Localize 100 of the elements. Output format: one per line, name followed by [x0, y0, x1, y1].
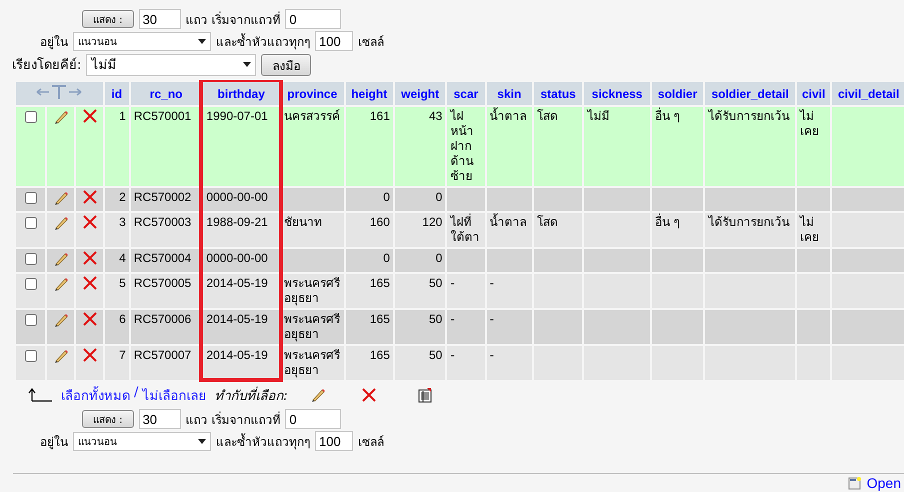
table-cell: [584, 310, 650, 344]
cross-icon[interactable]: [82, 109, 97, 123]
table-cell: 50: [394, 310, 446, 344]
show-button[interactable]: แสดง :: [82, 10, 134, 28]
column-header[interactable]: civil_detail: [832, 82, 904, 105]
table-cell: [832, 188, 904, 211]
with-selected-label: ทำกับที่เลือก:: [214, 386, 288, 406]
table-cell: 1: [104, 107, 129, 186]
start-row-field[interactable]: 0: [285, 409, 342, 429]
column-header[interactable]: skin: [486, 82, 532, 105]
row-checkbox[interactable]: [24, 217, 37, 229]
show-button[interactable]: แสดง :: [82, 410, 134, 428]
table-cell: [584, 249, 650, 272]
column-header[interactable]: soldier_detail: [705, 82, 796, 105]
column-header[interactable]: civil: [797, 82, 830, 105]
column-header[interactable]: sickness: [584, 82, 650, 105]
table-cell: 0: [394, 188, 446, 211]
window-icon: [848, 476, 862, 490]
column-header[interactable]: birthday: [203, 82, 280, 105]
table-cell: RC570007: [130, 346, 202, 380]
column-header[interactable]: status: [534, 82, 582, 105]
table-cell: 50: [394, 274, 446, 308]
row-checkbox[interactable]: [24, 314, 37, 326]
table-cell: 120: [394, 213, 446, 247]
cells-label: เซลล์: [358, 34, 384, 50]
repeat-field[interactable]: 100: [315, 31, 353, 51]
separator: /: [134, 384, 138, 402]
table-cell: พระนครศรีอยุธยา: [281, 346, 344, 380]
mode-select[interactable]: แนวนอน: [73, 432, 211, 450]
row-checkbox[interactable]: [24, 278, 37, 290]
table-cell: [652, 310, 704, 344]
sort-select[interactable]: ไม่มี: [86, 54, 256, 76]
table-cell: 0: [394, 249, 446, 272]
select-none-link[interactable]: ไม่เลือกเลย: [142, 384, 206, 406]
pencil-icon[interactable]: [52, 109, 69, 125]
cross-icon[interactable]: [82, 276, 97, 290]
row-checkbox[interactable]: [24, 192, 37, 204]
table-cell: 2014-05-19: [203, 346, 280, 380]
cross-icon[interactable]: [82, 251, 97, 265]
table-cell: น้ำตาล: [486, 107, 532, 186]
table-cell: 1990-07-01: [203, 107, 280, 186]
pencil-icon[interactable]: [52, 215, 69, 231]
row-checkbox[interactable]: [24, 111, 37, 123]
table-cell: RC570003: [130, 213, 202, 247]
column-header[interactable]: soldier: [652, 82, 704, 105]
column-header[interactable]: height: [346, 82, 393, 105]
repeat-label: และซ้ำหัวแถวทุกๆ: [216, 432, 310, 450]
row-checkbox[interactable]: [24, 350, 37, 362]
table-cell: 0: [346, 249, 393, 272]
table-cell: 5: [104, 274, 129, 308]
pencil-icon[interactable]: [52, 251, 69, 267]
table-cell: ได้รับการยกเว้น: [705, 213, 796, 247]
table-cell: 2014-05-19: [203, 274, 280, 308]
go-button[interactable]: ลงมือ: [261, 54, 312, 76]
cross-icon[interactable]: [362, 388, 376, 402]
table-cell: RC570005: [130, 274, 202, 308]
column-header[interactable]: province: [281, 82, 344, 105]
table-cell: RC570004: [130, 249, 202, 272]
table-cell: 165: [346, 346, 393, 380]
column-header[interactable]: rc_no: [130, 82, 202, 105]
table-cell: ไม่เคย: [797, 213, 830, 247]
pencil-icon[interactable]: [310, 387, 326, 403]
repeat-field[interactable]: 100: [315, 431, 353, 451]
table-cell: 3: [104, 213, 129, 247]
mode-select[interactable]: แนวนอน: [73, 32, 211, 50]
table-cell: -: [486, 346, 532, 380]
column-header[interactable]: id: [104, 82, 129, 105]
table-cell: [534, 249, 582, 272]
table-cell: [652, 188, 704, 211]
pencil-icon[interactable]: [52, 190, 69, 206]
cross-icon[interactable]: [82, 348, 97, 362]
row-checkbox[interactable]: [24, 253, 37, 265]
mode-label: อยู่ใน: [40, 434, 68, 450]
pencil-icon[interactable]: [52, 276, 69, 292]
table-cell: [832, 249, 904, 272]
table-cell: ไฝที่ใต้ตา: [447, 213, 485, 247]
table-cell: 2: [104, 188, 129, 211]
table-cell: 50: [394, 346, 446, 380]
start-row-field[interactable]: 0: [285, 9, 342, 29]
table-cell: [486, 188, 532, 211]
open-link[interactable]: Open: [866, 475, 901, 491]
table-cell: [281, 188, 344, 211]
rows-field[interactable]: 30: [138, 409, 181, 429]
pencil-icon[interactable]: [52, 348, 69, 364]
table-cell: ไฝหน้าฝากด้านซ้าย: [447, 107, 485, 186]
table-cell: [832, 310, 904, 344]
rows-field[interactable]: 30: [138, 9, 181, 29]
cross-icon[interactable]: [82, 215, 97, 229]
cross-icon[interactable]: [82, 312, 97, 326]
table-export-icon[interactable]: [418, 388, 432, 402]
table-cell: [447, 249, 485, 272]
table-cell: 43: [394, 107, 446, 186]
table-cell: 1988-09-21: [203, 213, 280, 247]
table-cell: [652, 249, 704, 272]
select-all-link[interactable]: เลือกทั้งหมด: [61, 384, 130, 406]
column-header[interactable]: weight: [394, 82, 446, 105]
pencil-icon[interactable]: [52, 312, 69, 328]
caret-icon: [198, 438, 206, 444]
cross-icon[interactable]: [82, 190, 97, 204]
column-header[interactable]: scar: [447, 82, 485, 105]
